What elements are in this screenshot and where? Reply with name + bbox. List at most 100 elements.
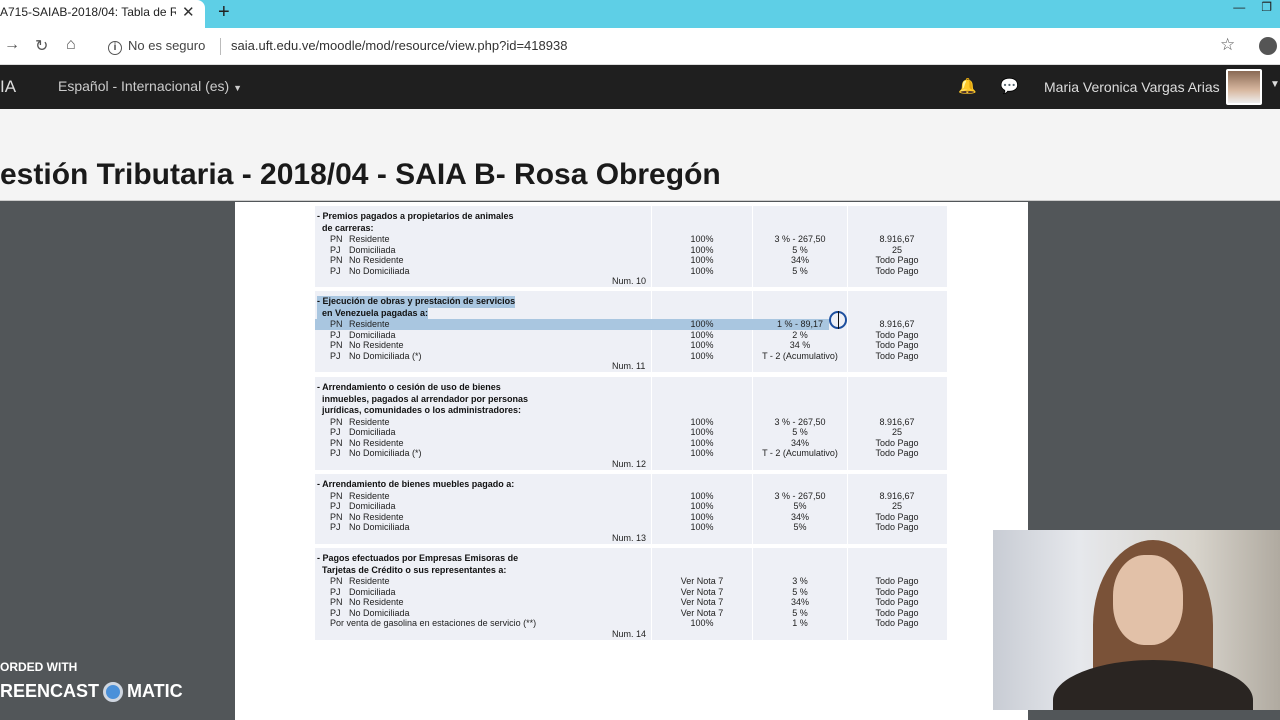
screencast-logo-icon: [103, 682, 124, 703]
cell-label: Residente: [349, 576, 390, 586]
cell-label: No Domiciliada (*): [349, 448, 422, 458]
table-row: PN No Residente 100% 34% Todo Pago: [315, 512, 947, 523]
browser-tab[interactable]: A715-SAIAB-2018/04: Tabla de R ✕: [0, 0, 205, 28]
cell-pfx: PN: [330, 437, 343, 448]
cell-label: No Residente: [349, 597, 404, 607]
table-row: PJ No Domiciliada (*) 100% T - 2 (Acumulati…: [315, 448, 947, 459]
cell-pfx: PJ: [330, 607, 341, 618]
user-menu-chevron-icon[interactable]: ▼: [1270, 79, 1280, 90]
avatar[interactable]: [1226, 69, 1262, 105]
table-row: PJ No Domiciliada Ver Nota 7 5 % Todo Pago: [315, 608, 947, 619]
minimize-icon[interactable]: —: [1233, 0, 1245, 14]
cell-label: Residente: [349, 490, 390, 501]
heading-line: - Pagos efectuados por Empresas Emisoras…: [317, 553, 519, 563]
messages-icon[interactable]: 💬: [1000, 77, 1019, 95]
home-icon[interactable]: ⌂: [66, 36, 76, 54]
cell-c3: 25: [891, 244, 902, 255]
cell-c3: Todo Pago: [875, 265, 919, 276]
cell-c1: 100%: [690, 319, 714, 329]
browser-toolbar: → ↻ ⌂ i No es seguro saia.uft.edu.ve/mood…: [0, 28, 1280, 65]
watermark-text-b: MATIC: [127, 681, 183, 701]
browser-tab-strip: A715-SAIAB-2018/04: Tabla de R ✕ + — ❐: [0, 0, 1280, 28]
account-icon[interactable]: [1259, 37, 1277, 55]
block-heading: - Arrendamiento o cesión de uso de biene…: [317, 382, 557, 417]
cell-c3: Todo Pago: [875, 350, 919, 361]
reload-icon[interactable]: ↻: [35, 36, 48, 56]
cell-c1: 100%: [690, 427, 714, 437]
cell-c2: 3 % - 267,50: [774, 416, 826, 427]
cell-c3: Todo Pago: [875, 448, 919, 458]
presenter-body: [1053, 660, 1253, 710]
cell-c1: 100%: [690, 448, 714, 458]
table-row: PN No Residente Ver Nota 7 34% Todo Pago: [315, 597, 947, 608]
cell-pfx: PN: [330, 319, 343, 329]
cell-pfx: PN: [330, 234, 343, 244]
cell-c2: 5%: [793, 522, 807, 532]
maximize-icon[interactable]: ❐: [1261, 0, 1272, 14]
cell-c1: 100%: [690, 618, 714, 628]
info-icon: i: [108, 41, 122, 55]
user-name[interactable]: Maria Veronica Vargas Arias: [1044, 79, 1220, 95]
address-bar[interactable]: saia.uft.edu.ve/moodle/mod/resource/view…: [231, 38, 567, 53]
cell-pfx: PJ: [330, 586, 341, 597]
table-row: PN No Residente 100% 34% Todo Pago: [315, 438, 947, 449]
cell-pfx: PN: [330, 340, 343, 350]
block-heading: - Pagos efectuados por Empresas Emisoras…: [317, 553, 557, 576]
table-row: PJ Domiciliada 100% 5 % 25: [315, 245, 947, 256]
cell-c3: Todo Pago: [875, 607, 919, 618]
table-block: - Pagos efectuados por Empresas Emisoras…: [315, 548, 947, 640]
cell-c1: 100%: [690, 350, 714, 361]
cell-pfx: PN: [330, 416, 343, 427]
table-block: - Arrendamiento o cesión de uso de biene…: [315, 377, 947, 470]
cell-pfx: PJ: [330, 244, 341, 255]
cell-c3: Todo Pago: [875, 255, 919, 265]
cell-label: Domiciliada: [349, 244, 396, 255]
cell-pfx: PN: [330, 597, 343, 607]
cell-pfx: PJ: [330, 265, 341, 276]
notification-bell-icon[interactable]: 🔔: [958, 77, 977, 95]
site-brand[interactable]: IA: [0, 77, 16, 97]
cell-c3: Todo Pago: [875, 586, 919, 597]
cell-c1: 100%: [690, 501, 714, 511]
cell-label: No Domiciliada: [349, 265, 410, 276]
cell-c2: 34%: [790, 255, 809, 265]
language-menu[interactable]: Español - Internacional (es) ▼: [58, 78, 242, 94]
cell-label: No Domiciliada: [349, 607, 410, 618]
cell-c1: 100%: [690, 511, 714, 522]
window-controls: — ❐: [1217, 0, 1272, 14]
cell-c3: Todo Pago: [875, 437, 919, 448]
cell-label: Por venta de gasolina en estaciones de s…: [330, 618, 537, 628]
course-header: estión Tributaria - 2018/04 - SAIA B- Ro…: [0, 109, 1280, 201]
watermark-line1: ORDED WITH: [0, 660, 78, 674]
block-number: Num. 12: [612, 458, 647, 469]
cell-label: Domiciliada: [349, 329, 396, 340]
cell-c3: 8.916,67: [879, 234, 915, 244]
cell-label: No Domiciliada: [349, 522, 410, 532]
table-row: PJ No Domiciliada (*) 100% T - 2 (Acumulati…: [315, 351, 947, 362]
cell-c1: 100%: [690, 437, 714, 448]
cell-c1: Ver Nota 7: [680, 586, 724, 597]
secure-label: No es seguro: [128, 38, 206, 53]
security-indicator[interactable]: i No es seguro: [108, 38, 205, 55]
language-label: Español - Internacional (es): [58, 78, 230, 94]
mouse-cursor-icon: [829, 311, 847, 329]
presenter-face: [1113, 555, 1183, 645]
cell-c3: 25: [891, 427, 902, 437]
cell-c3: Todo Pago: [875, 618, 919, 628]
heading-line: de carreras:: [322, 222, 374, 233]
close-icon[interactable]: ✕: [182, 3, 195, 21]
cell-c2: 5 %: [792, 244, 808, 255]
table-block: - Premios pagados a propietarios de anim…: [315, 206, 947, 287]
cell-pfx: PJ: [330, 501, 341, 511]
cell-label: Residente: [349, 319, 390, 329]
cell-c3: 8.916,67: [879, 319, 915, 329]
forward-icon[interactable]: →: [4, 36, 20, 54]
cell-c3: Todo Pago: [875, 340, 919, 350]
cell-c1: 100%: [690, 265, 714, 276]
new-tab-icon[interactable]: +: [218, 1, 230, 24]
block-heading: - Arrendamiento de bienes muebles pagado…: [317, 479, 557, 491]
bookmark-star-icon[interactable]: ☆: [1220, 35, 1235, 55]
table-row: PN Residente 100% 3 % - 267,50 8.916,67: [315, 234, 947, 245]
cell-label: No Residente: [349, 437, 404, 448]
watermark-text-a: REENCAST: [0, 681, 100, 701]
